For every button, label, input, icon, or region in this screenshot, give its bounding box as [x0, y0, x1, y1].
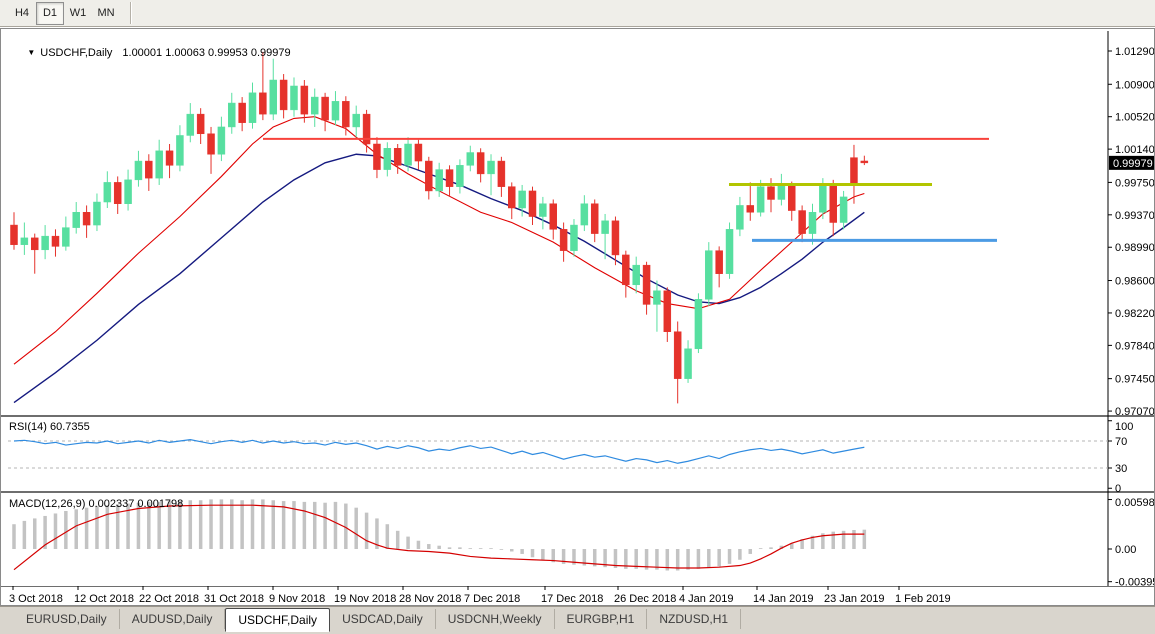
- chart-symbol-label: USDCHF,Daily: [40, 47, 112, 59]
- svg-text:0.98990: 0.98990: [1115, 242, 1154, 254]
- chart-tab-usdcnh-weekly[interactable]: USDCNH,Weekly: [436, 609, 555, 629]
- svg-text:1.01290: 1.01290: [1115, 46, 1154, 58]
- ma-fast-line: [14, 117, 864, 364]
- svg-text:30: 30: [1115, 463, 1127, 475]
- svg-text:3 Oct 2018: 3 Oct 2018: [9, 593, 63, 605]
- timeframe-button-mn[interactable]: MN: [92, 2, 120, 25]
- svg-text:12 Oct 2018: 12 Oct 2018: [74, 593, 134, 605]
- chart-tab-audusd-daily[interactable]: AUDUSD,Daily: [120, 609, 226, 629]
- main-price-pane[interactable]: [11, 52, 998, 404]
- rsi-indicator-label: RSI(14) 60.7355: [9, 421, 90, 433]
- chart-tab-eurgbp-h1[interactable]: EURGBP,H1: [555, 609, 648, 629]
- svg-text:0.99750: 0.99750: [1115, 177, 1154, 189]
- svg-text:0: 0: [1115, 483, 1121, 495]
- svg-text:0.99370: 0.99370: [1115, 210, 1154, 222]
- chart-tab-usdcad-daily[interactable]: USDCAD,Daily: [330, 609, 436, 629]
- chart-canvas[interactable]: 1.01290 1.00900 1.00520 1.00140 0.99750 0.993…: [1, 29, 1154, 605]
- svg-text:0.97070: 0.97070: [1115, 406, 1154, 418]
- price-axis[interactable]: 1.01290 1.00900 1.00520 1.00140 0.99750 0.993…: [1108, 46, 1154, 418]
- current-price-tag: 0.99979: [1109, 156, 1154, 170]
- svg-text:0.005985: 0.005985: [1115, 497, 1154, 509]
- candles-layer: [11, 52, 868, 404]
- toolbar-separator: [130, 2, 132, 24]
- rsi-pane[interactable]: 100 70 30 0: [8, 421, 1133, 495]
- svg-text:17 Dec 2018: 17 Dec 2018: [541, 593, 603, 605]
- chart-tab-bar: EURUSD,DailyAUDUSD,DailyUSDCHF,DailyUSDC…: [0, 606, 1155, 634]
- mt4-app-window: H4D1W1MN 1.01290 1.00900 1.00520 1.00140 0.9…: [0, 0, 1155, 634]
- svg-text:0.97450: 0.97450: [1115, 374, 1154, 386]
- timeframe-button-w1[interactable]: W1: [64, 2, 92, 25]
- svg-text:70: 70: [1115, 436, 1127, 448]
- svg-text:-0.003954: -0.003954: [1115, 577, 1154, 589]
- svg-text:0.97840: 0.97840: [1115, 340, 1154, 352]
- svg-text:26 Dec 2018: 26 Dec 2018: [614, 593, 676, 605]
- svg-text:19 Nov 2018: 19 Nov 2018: [334, 593, 396, 605]
- svg-text:28 Nov 2018: 28 Nov 2018: [399, 593, 461, 605]
- svg-text:1.00140: 1.00140: [1115, 144, 1154, 156]
- rsi-line: [14, 440, 864, 464]
- macd-histogram: [14, 499, 864, 570]
- svg-text:23 Jan 2019: 23 Jan 2019: [824, 593, 885, 605]
- svg-text:100: 100: [1115, 421, 1133, 433]
- chart-ohlc-values: 1.00001 1.00063 0.99953 0.99979: [122, 47, 290, 59]
- svg-text:1.00900: 1.00900: [1115, 79, 1154, 91]
- svg-text:0.99979: 0.99979: [1113, 158, 1153, 170]
- macd-pane[interactable]: 0.005985 0.00 -0.003954: [14, 497, 1154, 589]
- chart-tab-usdchf-daily[interactable]: USDCHF,Daily: [225, 608, 330, 632]
- svg-text:9 Nov 2018: 9 Nov 2018: [269, 593, 325, 605]
- svg-text:0.98600: 0.98600: [1115, 276, 1154, 288]
- chart-window: 1.01290 1.00900 1.00520 1.00140 0.99750 0.993…: [0, 28, 1155, 606]
- svg-text:1.00520: 1.00520: [1115, 112, 1154, 124]
- svg-text:4 Jan 2019: 4 Jan 2019: [679, 593, 733, 605]
- time-axis[interactable]: 3 Oct 2018 12 Oct 2018 22 Oct 2018 31 Oct 2…: [9, 586, 951, 605]
- macd-signal-line: [14, 505, 864, 569]
- svg-text:0.98220: 0.98220: [1115, 308, 1154, 320]
- svg-text:0.00: 0.00: [1115, 544, 1136, 556]
- svg-text:31 Oct 2018: 31 Oct 2018: [204, 593, 264, 605]
- timeframe-button-h4[interactable]: H4: [8, 2, 36, 25]
- timeframe-toolbar: H4D1W1MN: [0, 0, 1155, 27]
- svg-text:14 Jan 2019: 14 Jan 2019: [753, 593, 814, 605]
- chart-title: ▼ USDCHF,Daily 1.00001 1.00063 0.99953 0.9…: [9, 35, 291, 71]
- timeframe-button-d1[interactable]: D1: [36, 2, 64, 25]
- chart-tab-eurusd-daily[interactable]: EURUSD,Daily: [14, 609, 120, 629]
- svg-text:7 Dec 2018: 7 Dec 2018: [464, 593, 520, 605]
- svg-text:1 Feb 2019: 1 Feb 2019: [895, 593, 951, 605]
- svg-text:22 Oct 2018: 22 Oct 2018: [139, 593, 199, 605]
- macd-indicator-label: MACD(12,26,9) 0.002337 0.001798: [9, 498, 183, 510]
- chart-tab-nzdusd-h1[interactable]: NZDUSD,H1: [647, 609, 741, 629]
- symbol-dropdown-icon[interactable]: ▼: [27, 48, 35, 57]
